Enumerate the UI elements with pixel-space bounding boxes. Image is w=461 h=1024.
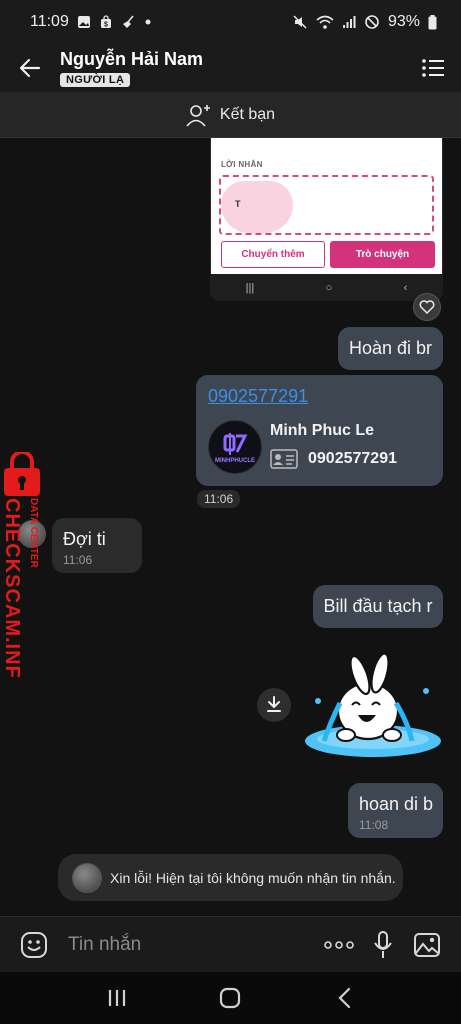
- status-left: 11:09 $: [30, 13, 151, 31]
- message-outgoing[interactable]: hoan di b 11:08: [348, 783, 443, 838]
- emoji-button[interactable]: [12, 923, 56, 967]
- card-contact-name: Minh Phuc Le: [270, 422, 374, 439]
- image-envelope: T: [219, 175, 434, 235]
- message-input[interactable]: Tin nhắn: [56, 934, 317, 956]
- message-text: Đợi ti: [63, 529, 106, 549]
- back-button[interactable]: [0, 44, 60, 92]
- contact-avatar-logo: MINHPHUCLE: [208, 420, 262, 474]
- message-time: 11:08: [359, 818, 389, 832]
- checkscam-watermark: DATA CENTER CHECKSCAM.INFO: [1, 452, 40, 677]
- broom-icon: [121, 15, 137, 29]
- emoji-icon: [21, 931, 47, 958]
- list-menu-icon: [422, 59, 444, 77]
- image-content: LỜI NHẮN T Chuyển thêm Trò chuyện: [211, 138, 442, 274]
- image-typed-text: T: [235, 199, 241, 209]
- logo-text: MINHPHUCLE: [215, 457, 255, 464]
- card-phone-number: 0902577291: [308, 450, 397, 467]
- image-label: LỜI NHẮN: [221, 160, 263, 169]
- home-button[interactable]: [205, 978, 255, 1018]
- id-card-icon: [270, 449, 298, 469]
- gallery-icon: [414, 932, 440, 957]
- logo-mark-icon: [223, 432, 248, 455]
- chat-options-button[interactable]: [405, 44, 461, 92]
- image-icon: [77, 15, 91, 29]
- status-right: 93%: [292, 13, 437, 31]
- message-time: 11:06: [197, 490, 241, 508]
- back-chevron-icon: ‹: [403, 281, 408, 294]
- chat-title[interactable]: Nguyễn Hải Nam NGƯỜI LẠ: [60, 49, 405, 87]
- add-person-icon: [186, 104, 210, 127]
- wifi-icon: [316, 14, 334, 30]
- message-outgoing[interactable]: Hoàn đi br: [338, 327, 443, 370]
- phone-link[interactable]: 0902577291: [208, 386, 308, 407]
- recents-button[interactable]: [92, 978, 142, 1018]
- status-bar: 11:09 $ 93%: [0, 0, 461, 44]
- blocked-icon: [364, 14, 380, 30]
- auto-reply-notice: Xin lỗi! Hiện tại tôi không muốn nhận ti…: [58, 854, 403, 901]
- voice-button[interactable]: [361, 923, 405, 967]
- sender-avatar: [72, 862, 102, 893]
- like-button[interactable]: [413, 293, 441, 321]
- message-time: 11:06: [63, 553, 93, 567]
- home-icon: ○: [325, 281, 333, 294]
- heart-shape: [221, 181, 293, 233]
- stranger-badge: NGƯỜI LẠ: [60, 73, 131, 87]
- status-time: 11:09: [30, 13, 69, 30]
- rabbit-sticker[interactable]: [300, 653, 443, 763]
- download-button[interactable]: [257, 688, 291, 722]
- arrow-left-icon: [19, 58, 41, 78]
- shopping-bag-icon: $: [99, 15, 113, 29]
- contact-name: Nguyễn Hải Nam: [60, 49, 204, 69]
- more-button[interactable]: [317, 923, 361, 967]
- chat-header: Nguyễn Hải Nam NGƯỜI LẠ: [0, 44, 461, 92]
- watermark-line1: DATA CENTER: [28, 498, 39, 569]
- signal-icon: [342, 15, 356, 29]
- system-nav-bar: [0, 972, 461, 1024]
- image-nav-bar: ||| ○ ‹: [210, 274, 443, 301]
- message-text: Bill đầu tạch r: [323, 596, 433, 616]
- add-friend-button[interactable]: Kết bạn: [0, 92, 461, 138]
- download-icon: [267, 696, 281, 712]
- image-message[interactable]: LỜI NHẮN T Chuyển thêm Trò chuyện ||| ○ …: [210, 138, 443, 301]
- back-nav-button[interactable]: [319, 978, 369, 1018]
- battery-icon: [428, 14, 437, 30]
- message-text: Hoàn đi br: [348, 338, 433, 358]
- mute-icon: [292, 14, 308, 30]
- more-dots-icon: [324, 940, 354, 949]
- chat-area[interactable]: LỜI NHẮN T Chuyển thêm Trò chuyện ||| ○ …: [0, 138, 461, 916]
- message-incoming[interactable]: Đợi ti 11:06: [52, 518, 142, 573]
- svg-text:$: $: [104, 22, 108, 29]
- heart-icon: [419, 300, 435, 314]
- battery-percent: 93%: [387, 13, 420, 30]
- recents-icon: |||: [245, 281, 255, 294]
- notice-text: Xin lỗi! Hiện tại tôi không muốn nhận ti…: [110, 869, 396, 886]
- home-icon: [220, 987, 241, 1009]
- chevron-left-icon: [338, 987, 351, 1009]
- microphone-icon: [374, 930, 392, 958]
- message-composer: Tin nhắn: [0, 916, 461, 972]
- image-picker-button[interactable]: [405, 923, 449, 967]
- dot-icon: [145, 19, 151, 25]
- image-button-outline: Chuyển thêm: [221, 241, 325, 268]
- watermark-line2: CHECKSCAM.INFO: [1, 498, 23, 677]
- message-outgoing[interactable]: Bill đầu tạch r: [313, 585, 443, 628]
- message-text: hoan di b: [359, 794, 434, 814]
- add-friend-label: Kết bạn: [219, 105, 276, 123]
- image-button-filled: Trò chuyện: [330, 241, 435, 268]
- contact-card-message[interactable]: 0902577291 MINHPHUCLE Minh Phuc Le 09025…: [196, 375, 443, 486]
- recents-icon: [108, 990, 125, 1006]
